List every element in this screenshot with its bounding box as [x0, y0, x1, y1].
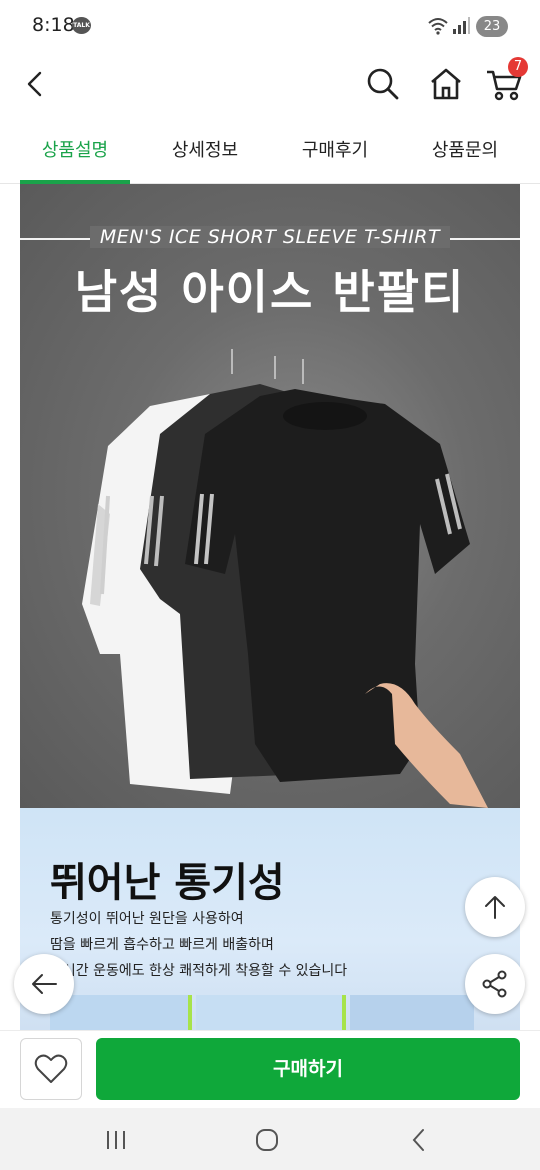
chevron-left-icon: [27, 71, 42, 97]
tab-inquiries[interactable]: 상품문의: [410, 118, 520, 184]
purchase-bar: 구매하기: [0, 1030, 540, 1108]
back-nav-button[interactable]: [395, 1120, 443, 1160]
feature-title: 뛰어난 통기성: [50, 860, 285, 906]
image-strip: [350, 995, 474, 1030]
scroll-top-button[interactable]: [465, 877, 525, 937]
back-button[interactable]: [12, 60, 60, 108]
image-strip: [50, 995, 192, 1030]
wifi-icon: [428, 18, 448, 35]
status-time: 8:18: [32, 14, 75, 36]
status-bar: 8:18 TALK 23: [0, 0, 540, 52]
arrow-left-icon: [32, 974, 57, 994]
product-tabs: 상품설명 상세정보 구매후기 상품문의: [0, 118, 540, 184]
feature-text-line: 땀을 빠르게 흡수하고 빠르게 배출하며: [50, 937, 274, 953]
feature-section: 뛰어난 통기성 통기성이 뛰어난 원단을 사용하여 땀을 빠르게 흡수하고 빠르…: [20, 808, 520, 1030]
product-hero-image: MEN'S ICE SHORT SLEEVE T-SHIRT 남성 아이스 반팔…: [20, 184, 520, 808]
recent-apps-icon: [107, 1131, 125, 1149]
wishlist-button[interactable]: [20, 1038, 82, 1100]
battery-level: 23: [476, 16, 508, 37]
home-nav-button[interactable]: [243, 1120, 291, 1160]
tab-product-description[interactable]: 상품설명: [20, 118, 130, 184]
search-icon: [367, 68, 399, 100]
cart-count-badge: 7: [508, 57, 528, 77]
feature-text-line: 통기성이 뛰어난 원단을 사용하여: [50, 911, 244, 927]
feature-text-line: 장시간 운동에도 한상 쾌적하게 착용할 수 있습니다: [50, 963, 348, 979]
home-button[interactable]: [422, 60, 470, 108]
home-icon: [431, 68, 461, 100]
share-button[interactable]: [465, 954, 525, 1014]
kakaotalk-notification-icon: TALK: [72, 17, 91, 34]
go-back-floating-button[interactable]: [14, 954, 74, 1014]
tab-detail-info[interactable]: 상세정보: [150, 118, 260, 184]
product-content: MEN'S ICE SHORT SLEEVE T-SHIRT 남성 아이스 반팔…: [0, 184, 540, 1030]
search-button[interactable]: [359, 60, 407, 108]
recent-apps-button[interactable]: [92, 1120, 140, 1160]
cell-signal-icon: [453, 17, 470, 34]
home-circle-icon: [256, 1129, 278, 1151]
app-header: [0, 52, 540, 118]
system-navigation-bar: [0, 1108, 540, 1170]
tab-reviews[interactable]: 구매후기: [280, 118, 390, 184]
buy-now-button[interactable]: 구매하기: [96, 1038, 520, 1100]
arrow-up-icon: [485, 896, 505, 919]
tshirts-illustration: [82, 349, 488, 808]
heart-icon: [34, 1054, 68, 1083]
share-icon: [482, 970, 507, 998]
chevron-left-icon: [412, 1129, 424, 1151]
image-strip: [196, 995, 346, 1030]
